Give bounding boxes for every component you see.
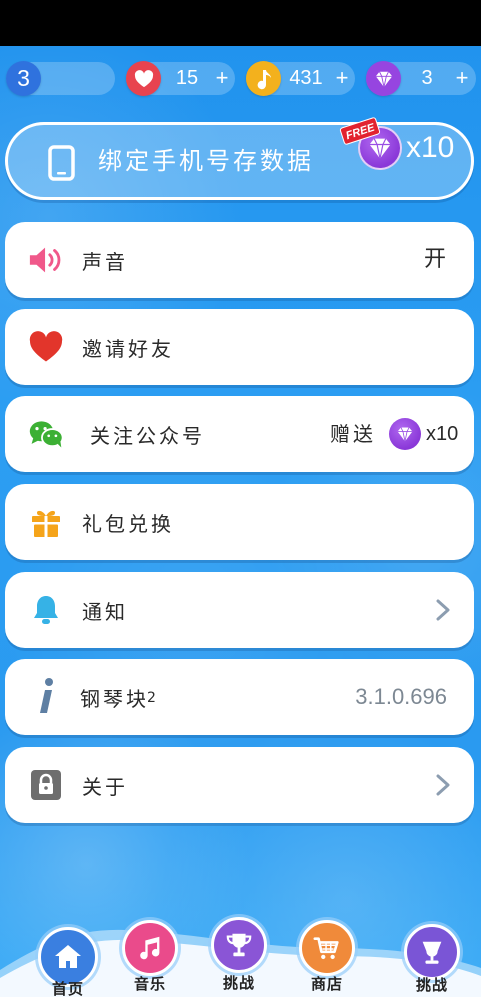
wechat-icon [28, 416, 64, 452]
diamonds-pill[interactable]: 3 + [366, 61, 476, 96]
app-name-label: 钢琴块 2 [80, 659, 156, 735]
setting-notifications[interactable]: 通知 [5, 572, 474, 648]
goblet-icon [422, 941, 442, 964]
setting-app-version: 钢琴块 2 3.1.0.696 [5, 659, 474, 735]
add-diamonds-button[interactable]: + [452, 62, 472, 95]
chevron-right-icon [436, 599, 450, 621]
setting-label: 礼包兑换 [82, 511, 174, 536]
notes-count: 431 [289, 67, 323, 89]
home-icon [55, 945, 81, 968]
sound-toggle[interactable]: 开 [424, 222, 446, 298]
diamonds-count: 3 [421, 67, 433, 89]
chevron-right-icon [436, 774, 450, 796]
heart-icon [126, 61, 161, 96]
bell-icon [28, 592, 64, 628]
bind-reward-amount: x10 [406, 131, 455, 164]
phone-icon [48, 145, 75, 181]
nav-label-challenge-2: 挑战 [415, 976, 448, 994]
setting-redeem-gift[interactable]: 礼包兑换 [5, 484, 474, 560]
notes-pill[interactable]: 431 + [246, 61, 355, 96]
status-bar [0, 0, 481, 46]
bind-phone-button[interactable]: 绑定手机号存数据 FREE x10 [5, 116, 474, 200]
add-hearts-button[interactable]: + [212, 62, 232, 95]
nav-shop[interactable] [299, 920, 355, 976]
bind-phone-label: 绑定手机号存数据 [98, 147, 314, 175]
nav-challenge-2[interactable] [404, 924, 460, 980]
cart-icon [313, 937, 339, 960]
level-pill[interactable]: 3 [6, 61, 115, 96]
gift-reward-amount: x10 [426, 423, 459, 445]
lock-icon [28, 767, 64, 803]
gift-label: 赠送 [330, 422, 376, 446]
setting-about[interactable]: 关于 [5, 747, 474, 823]
setting-label: 关于 [82, 774, 128, 799]
add-notes-button[interactable]: + [332, 62, 352, 95]
setting-sound[interactable]: 声音 开 [5, 222, 474, 298]
nav-music[interactable] [122, 920, 178, 976]
diamond-icon [366, 61, 401, 96]
music-icon [140, 936, 160, 960]
trophy-icon [226, 933, 252, 957]
setting-label: 通知 [82, 599, 128, 624]
heart-icon [28, 329, 64, 365]
level-number: 3 [17, 65, 30, 91]
diamond-icon [389, 418, 421, 450]
nav-home[interactable] [38, 927, 98, 987]
nav-challenge[interactable] [211, 917, 267, 973]
setting-label: 关注公众号 [90, 423, 205, 448]
setting-label: 邀请好友 [82, 336, 174, 361]
setting-invite-friends[interactable]: 邀请好友 [5, 309, 474, 385]
hearts-count: 15 [175, 67, 199, 89]
nav-label-shop: 商店 [310, 975, 343, 993]
app-name-suffix: 2 [147, 690, 156, 706]
speaker-icon [28, 242, 64, 278]
music-note-icon [246, 61, 281, 96]
nav-label-home: 首页 [51, 980, 84, 997]
nav-label-music: 音乐 [133, 975, 166, 993]
setting-follow-account[interactable]: 关注公众号 赠送 x10 [5, 396, 474, 472]
info-icon [28, 678, 64, 715]
settings-screen: 3 15 + 431 + 3 + 绑定手机号存数据 FREE x10 声音 开 … [0, 0, 481, 997]
version-number: 3.1.0.696 [355, 684, 447, 709]
hearts-pill[interactable]: 15 + [126, 61, 235, 96]
app-name: 钢琴块 [80, 686, 149, 711]
nav-label-challenge: 挑战 [222, 974, 255, 992]
setting-label: 声音 [82, 249, 128, 274]
gift-icon [28, 504, 64, 540]
level-badge: 3 [6, 61, 41, 96]
